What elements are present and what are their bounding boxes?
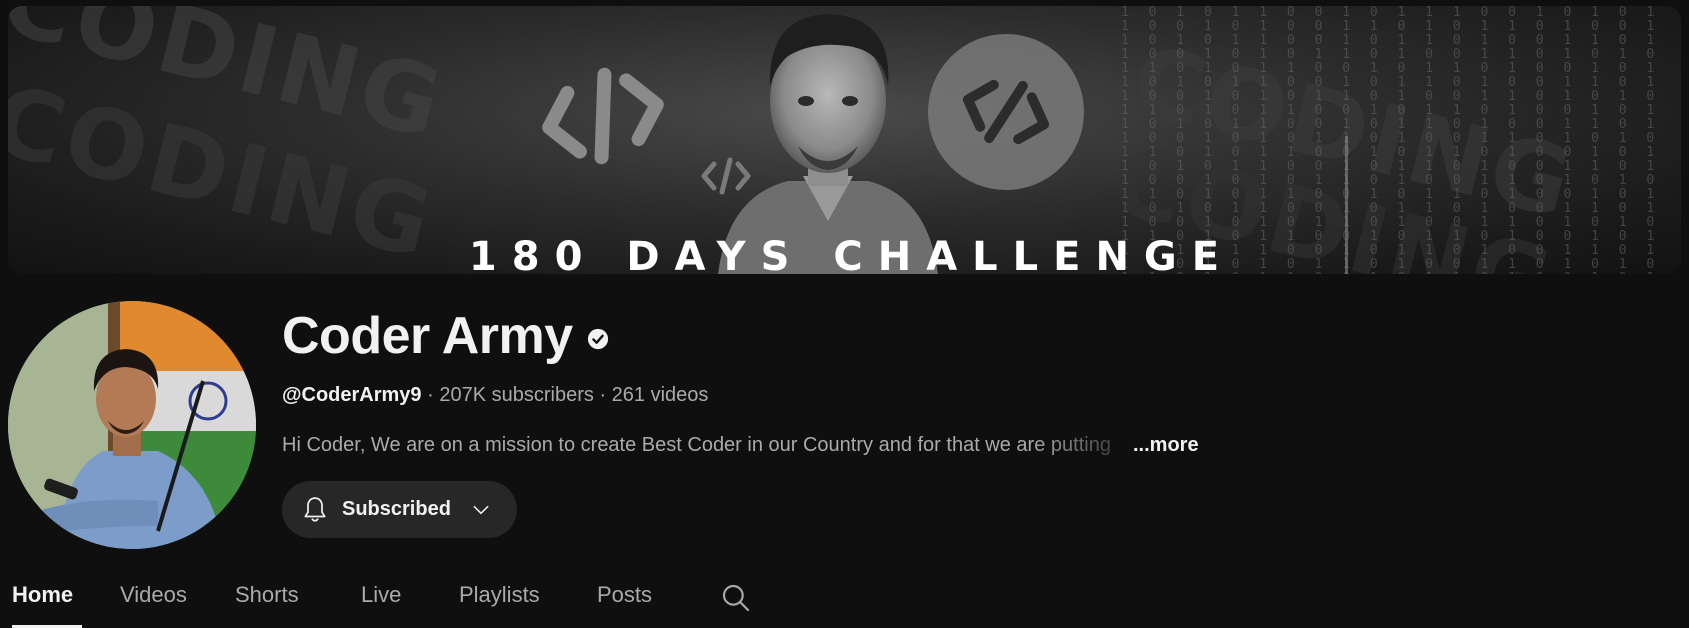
avatar-image — [8, 301, 256, 549]
tab-shorts[interactable]: Shorts — [235, 574, 299, 616]
channel-handle: @CoderArmy9 — [282, 384, 422, 406]
meta-separator: · — [427, 384, 434, 406]
subscribed-button[interactable]: Subscribed — [282, 481, 517, 538]
channel-name-text: Coder Army — [282, 307, 573, 365]
banner-title: 180 DAYS CHALLENGE — [468, 234, 1235, 274]
tab-posts[interactable]: Posts — [597, 574, 652, 616]
code-bracket-icon — [542, 67, 664, 165]
channel-tabs: Home Videos Shorts Live Playlists Posts — [0, 574, 1689, 628]
search-icon[interactable] — [720, 582, 752, 614]
channel-banner: CODING CODING CODING CODING 1 0 1 0 1 1 … — [8, 6, 1681, 274]
channel-description[interactable]: Hi Coder, We are on a mission to create … — [282, 434, 1199, 457]
subscribed-label: Subscribed — [342, 498, 451, 520]
meta-separator: · — [599, 384, 607, 406]
video-count: 261 videos — [611, 384, 709, 406]
tab-playlists[interactable]: Playlists — [459, 574, 540, 616]
channel-meta: @CoderArmy9 · 207K subscribers · 261 vid… — [282, 384, 708, 407]
channel-avatar[interactable] — [8, 301, 256, 549]
chevron-down-icon — [473, 505, 489, 514]
tab-home[interactable]: Home — [12, 574, 73, 616]
channel-name: Coder Army — [282, 306, 609, 366]
verified-check-icon[interactable] — [587, 328, 609, 350]
description-text: Hi Coder, We are on a mission to create … — [282, 434, 1111, 456]
tab-videos[interactable]: Videos — [120, 574, 187, 616]
bell-icon — [304, 496, 326, 522]
tab-live[interactable]: Live — [361, 574, 401, 616]
subscriber-count: 207K subscribers — [439, 384, 594, 406]
